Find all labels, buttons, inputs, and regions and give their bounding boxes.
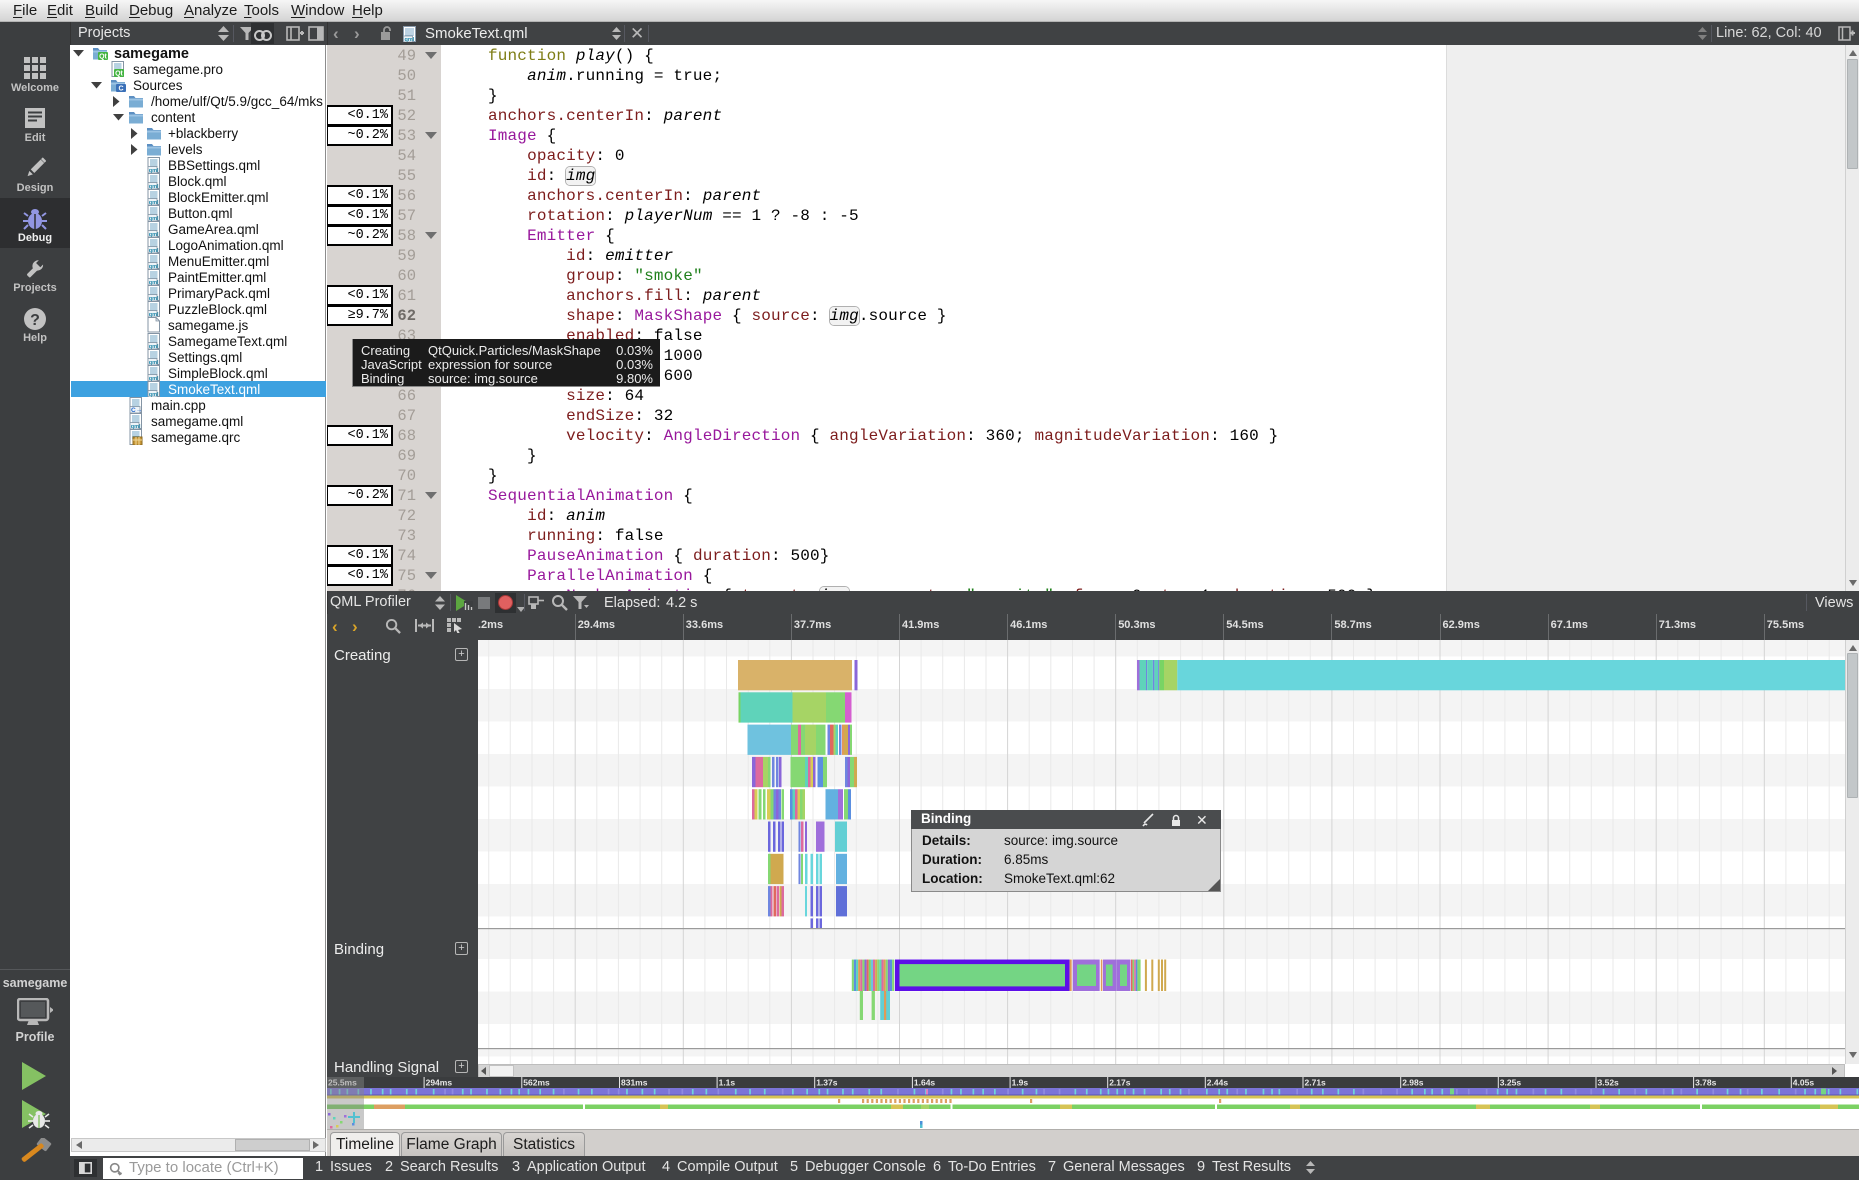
- svg-text:3.52s: 3.52s: [1598, 1078, 1620, 1088]
- svg-text:Qt: Qt: [99, 54, 107, 61]
- svg-text:4.05s: 4.05s: [1793, 1078, 1815, 1088]
- svg-text:294ms: 294ms: [426, 1078, 453, 1088]
- svg-text:3.78s: 3.78s: [1695, 1078, 1717, 1088]
- svg-text:3.25s: 3.25s: [1500, 1078, 1522, 1088]
- svg-text:1.37s: 1.37s: [816, 1078, 838, 1088]
- svg-text:qml: qml: [405, 37, 415, 42]
- svg-text:2.44s: 2.44s: [1207, 1078, 1229, 1088]
- svg-text:2.98s: 2.98s: [1402, 1078, 1424, 1088]
- svg-text:1.1s: 1.1s: [719, 1078, 736, 1088]
- svg-text:?: ?: [30, 312, 40, 329]
- svg-text:2.17s: 2.17s: [1109, 1078, 1131, 1088]
- svg-text:2.71s: 2.71s: [1305, 1078, 1327, 1088]
- svg-text:C: C: [118, 86, 123, 93]
- svg-text:1.64s: 1.64s: [914, 1078, 936, 1088]
- svg-text:831ms: 831ms: [621, 1078, 648, 1088]
- svg-text:1.9s: 1.9s: [1012, 1078, 1029, 1088]
- svg-text:562ms: 562ms: [523, 1078, 550, 1088]
